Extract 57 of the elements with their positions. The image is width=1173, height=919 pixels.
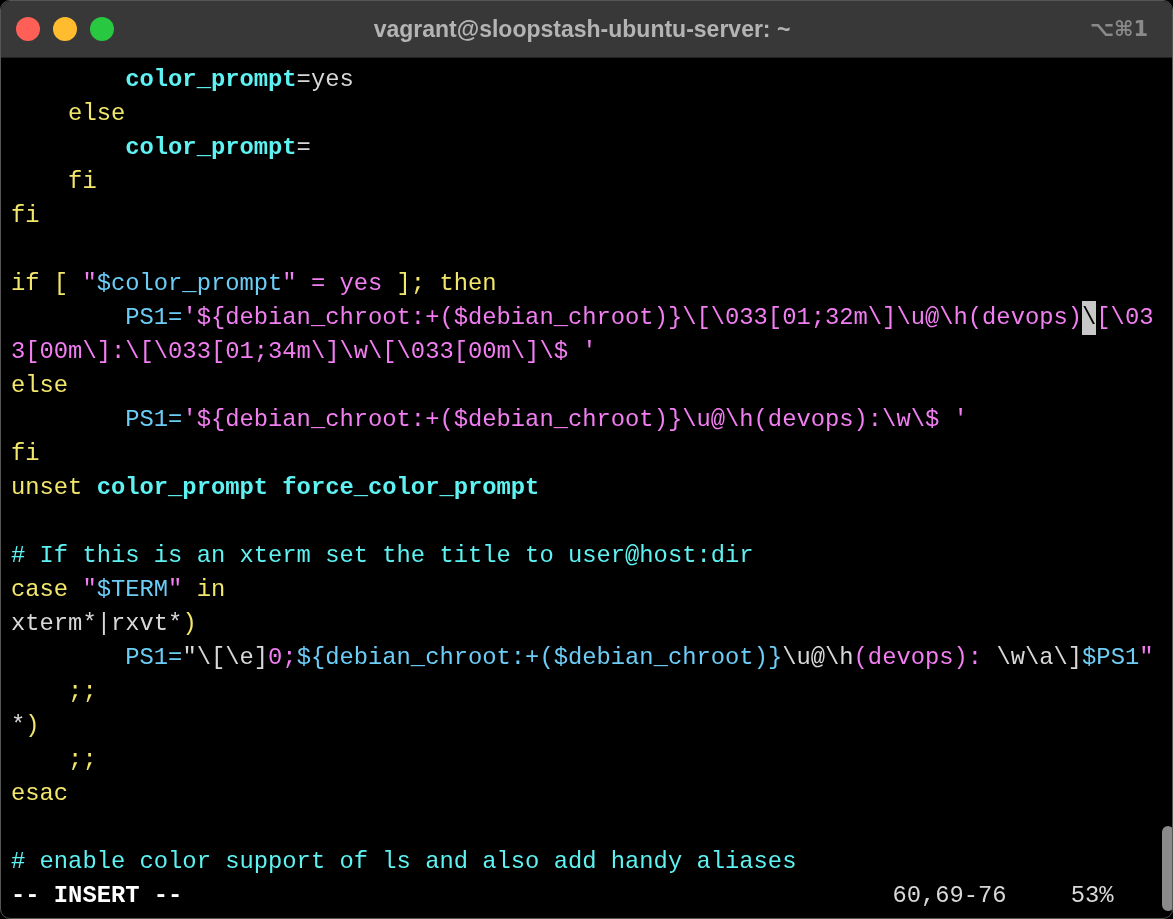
code-text: PS1= (124, 405, 183, 435)
code-text: esac (11, 779, 69, 809)
code-text: ) (25, 711, 40, 741)
code-text: $color_prompt (96, 269, 283, 299)
cursor-position: 60,69-76 (892, 881, 1007, 911)
code-text: (devops): (853, 643, 984, 673)
code-text: " (1139, 643, 1154, 673)
scroll-percent: 53% (1070, 881, 1114, 911)
code-text: \u@\h (782, 643, 854, 673)
code-text: $TERM (96, 575, 169, 605)
cursor-character: \ (1082, 301, 1097, 335)
code-text: ) (182, 609, 197, 639)
close-icon[interactable] (16, 17, 40, 41)
code-text: else (67, 99, 126, 129)
code-text: $PS1 (1082, 643, 1140, 673)
code-text: case (11, 575, 70, 605)
code-text: PS1= (124, 303, 183, 333)
code-text: 0; (268, 643, 297, 673)
code-text: # If this is an xterm set the title to user@host:dir (11, 541, 754, 571)
code-text: " (82, 575, 97, 605)
code-text: if [ (11, 269, 70, 299)
mode-indicator: -- INSERT -- (11, 881, 183, 911)
code-text: ;; (67, 677, 97, 707)
zoom-icon[interactable] (90, 17, 114, 41)
code-text: " (168, 575, 183, 605)
code-text: [\03 (1096, 303, 1154, 333)
code-text: color_prompt force_color_prompt (95, 473, 540, 503)
code-text: ;; (67, 745, 97, 775)
code-text: ]; then (395, 269, 497, 299)
code-text: fi (11, 201, 40, 231)
code-text: ${debian_chroot:+( (296, 643, 554, 673)
code-text: 3[00m\]:\[\033[01;34m\]\w\[\033[00m\]\$ ' (11, 337, 597, 367)
code-text: * (11, 711, 26, 741)
code-text: else (11, 371, 69, 401)
code-text: PS1= (124, 643, 183, 673)
code-text: fi (67, 167, 97, 197)
code-text: " = yes (282, 269, 383, 299)
code-text: \w\a\] (996, 643, 1083, 673)
code-text: $debian_chroot (553, 643, 754, 673)
window-title: vagrant@sloopstash-ubuntu-server: ~ (373, 15, 791, 43)
code-text: '${debian_chroot:+($debian_chroot)}\[\033[01;32m\]\u@\h(devops) (182, 303, 1083, 333)
code-text: color_prompt (124, 133, 297, 163)
code-text: = (296, 133, 311, 163)
scrollbar-thumb[interactable] (1161, 826, 1172, 911)
code-text: =yes (296, 65, 354, 95)
code-text: " (82, 269, 97, 299)
code-text: fi (11, 439, 40, 469)
shortcut-label: ⌥⌘1 (1088, 17, 1149, 41)
code-text: color_prompt (124, 65, 297, 95)
code-text: unset (11, 473, 83, 503)
code-text: in (195, 575, 226, 605)
minimize-icon[interactable] (53, 17, 77, 41)
code-text: '${debian_chroot:+($debian_chroot)}\u@\h(devops):\w\$ ' (182, 405, 968, 435)
code-text: "\[\e] (182, 643, 269, 673)
code-text: xterm*|rxvt* (11, 609, 183, 639)
code-text: )} (753, 643, 783, 673)
code-text: # enable color support of ls and also add handy aliases (11, 847, 797, 877)
